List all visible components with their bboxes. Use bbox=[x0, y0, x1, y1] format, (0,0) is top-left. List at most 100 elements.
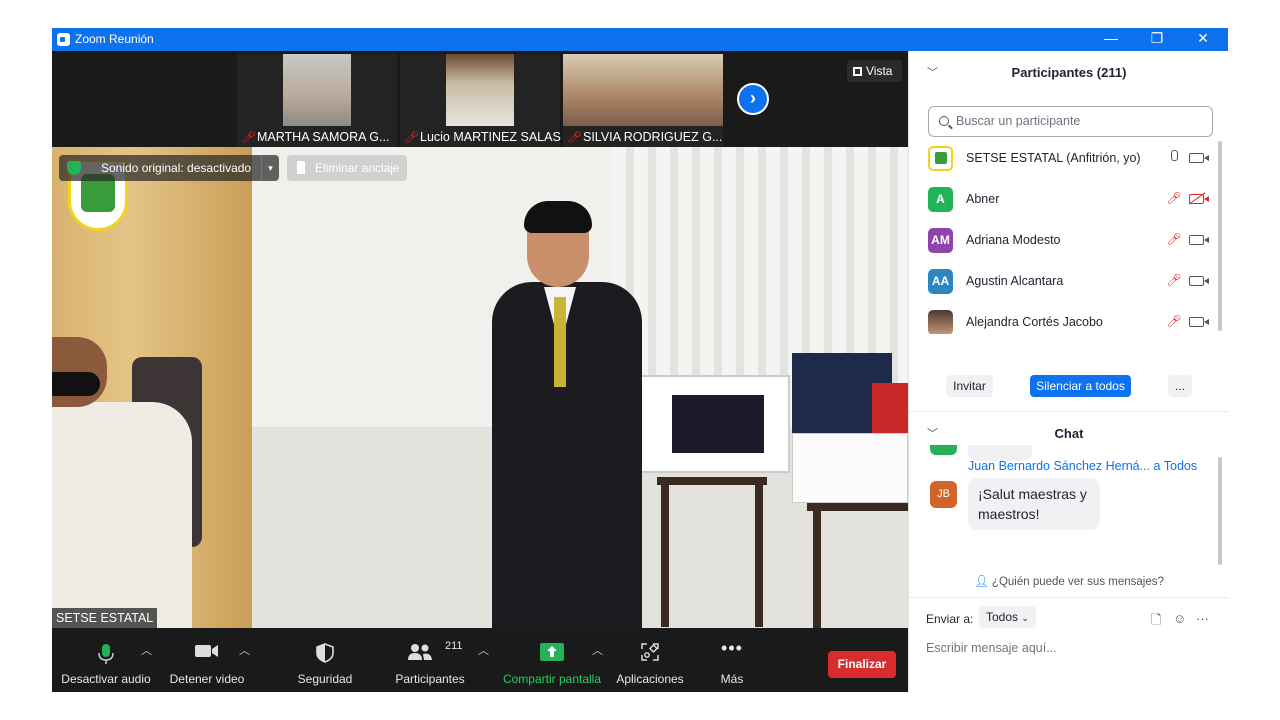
participants-button[interactable]: 211 Participantes bbox=[388, 628, 472, 692]
participant-search-input[interactable]: Buscar un participante bbox=[928, 106, 1213, 137]
muted-mic-icon[interactable]: 🎤︎ bbox=[1166, 232, 1182, 248]
audio-options-caret[interactable]: ︿ bbox=[141, 642, 152, 658]
speaker-person bbox=[462, 197, 662, 628]
tile-name: 🎤︎SILVIA RODRIGUEZ G... bbox=[567, 130, 723, 144]
person-lock-icon: 👤︎ bbox=[974, 576, 989, 588]
avatar bbox=[928, 146, 953, 171]
speaker-name-label: SETSE ESTATAL bbox=[52, 608, 158, 628]
original-sound-indicator[interactable]: Sonido original: desactivado ▾ bbox=[59, 155, 279, 181]
avatar: AA bbox=[928, 269, 953, 294]
video-camera-icon bbox=[195, 645, 218, 657]
end-meeting-button[interactable]: Finalizar bbox=[828, 651, 896, 678]
avatar: A bbox=[928, 187, 953, 212]
microphone-icon[interactable] bbox=[1166, 150, 1182, 166]
participants-scrollbar[interactable] bbox=[1218, 141, 1222, 331]
participant-row[interactable]: AA Agustin Alcantara 🎤︎ bbox=[909, 261, 1219, 302]
apps-button[interactable]: Aplicaciones bbox=[614, 628, 686, 692]
participant-row[interactable]: AM Adriana Modesto 🎤︎ bbox=[909, 220, 1219, 261]
send-to-label: Enviar a: bbox=[926, 612, 974, 626]
participant-row[interactable]: A Abner 🎤︎ bbox=[909, 179, 1219, 220]
muted-mic-icon: 🎤︎ bbox=[567, 130, 583, 144]
video-tile[interactable]: 🎤︎MARTHA SAMORA G... bbox=[237, 54, 397, 147]
side-panel: ﹀ Participantes (211) Buscar un particip… bbox=[908, 51, 1229, 692]
divider bbox=[909, 597, 1229, 598]
scene-tv-box bbox=[640, 375, 790, 473]
video-camera-icon[interactable] bbox=[1189, 235, 1209, 245]
video-tile[interactable]: 🎤︎SILVIA RODRIGUEZ G... bbox=[563, 54, 723, 147]
emoji-icon[interactable]: ☺ bbox=[1173, 611, 1186, 626]
meeting-toolbar: Desactivar audio ︿ Detener video ︿ Segur… bbox=[52, 628, 908, 692]
participant-video bbox=[563, 54, 723, 126]
participants-header: ﹀ Participantes (211) bbox=[909, 51, 1229, 95]
participant-video bbox=[283, 54, 351, 126]
who-can-see-link[interactable]: 👤︎ ¿Quién puede ver sus mensajes? bbox=[909, 574, 1229, 588]
video-tile[interactable]: 🎤︎Lucio MARTINEZ SALAS bbox=[400, 54, 561, 147]
muted-mic-icon: 🎤︎ bbox=[404, 130, 420, 144]
avatar bbox=[930, 445, 957, 455]
share-screen-icon bbox=[540, 643, 564, 661]
shield-icon bbox=[316, 643, 334, 663]
video-off-icon[interactable] bbox=[1189, 194, 1209, 204]
video-camera-icon[interactable] bbox=[1189, 153, 1209, 163]
chevron-right-icon: › bbox=[750, 88, 756, 108]
muted-mic-icon: 🎤︎ bbox=[241, 130, 257, 144]
video-options-caret[interactable]: ︿ bbox=[239, 642, 250, 658]
more-options-button[interactable]: ... bbox=[1168, 375, 1192, 397]
chat-sender: Juan Bernardo Sánchez Herná... a Todos bbox=[968, 459, 1198, 473]
participants-count: 211 bbox=[445, 640, 463, 652]
share-screen-button[interactable]: Compartir pantalla bbox=[498, 628, 606, 692]
chevron-down-icon[interactable]: ﹀ bbox=[927, 51, 938, 95]
microphone-icon bbox=[98, 644, 114, 664]
main-video: Sonido original: desactivado ▾ Eliminar … bbox=[52, 147, 908, 628]
scene-table bbox=[657, 477, 767, 627]
send-to-select[interactable]: Todos ⌄ bbox=[979, 606, 1036, 628]
restore-button[interactable]: ❐ bbox=[1134, 28, 1180, 51]
avatar: JB bbox=[930, 481, 957, 508]
share-options-caret[interactable]: ︿ bbox=[592, 642, 603, 658]
avatar: AM bbox=[928, 228, 953, 253]
video-camera-icon[interactable] bbox=[1189, 317, 1209, 327]
muted-mic-icon[interactable]: 🎤︎ bbox=[1166, 191, 1182, 207]
chat-header: ﹀ Chat bbox=[909, 412, 1229, 456]
more-dots-icon[interactable]: ··· bbox=[1196, 611, 1209, 626]
chat-message-input[interactable]: Escribir mensaje aquí... bbox=[926, 641, 1057, 655]
participant-row[interactable]: SETSE ESTATAL (Anfitrión, yo) bbox=[909, 138, 1219, 179]
security-button[interactable]: Seguridad bbox=[288, 628, 362, 692]
file-icon[interactable]: 🗋 bbox=[1151, 611, 1161, 633]
chevron-down-icon[interactable]: ▾ bbox=[261, 155, 279, 181]
stop-video-button[interactable]: Detener video bbox=[162, 628, 252, 692]
participant-video bbox=[446, 54, 514, 126]
next-page-button[interactable]: › bbox=[737, 83, 769, 115]
view-button[interactable]: Vista bbox=[847, 60, 902, 82]
close-button[interactable]: ✕ bbox=[1180, 28, 1226, 51]
mute-button[interactable]: Desactivar audio bbox=[60, 628, 152, 692]
seated-person bbox=[52, 327, 202, 628]
title-bar: Zoom Reunión — ❐ ✕ bbox=[52, 28, 1228, 51]
zoom-logo-icon bbox=[57, 33, 70, 46]
unpin-button[interactable]: Eliminar anclaje bbox=[287, 155, 407, 181]
minimize-button[interactable]: — bbox=[1088, 28, 1134, 51]
window-title: Zoom Reunión bbox=[75, 32, 154, 46]
avatar bbox=[928, 310, 953, 334]
meeting-area: 🎤︎MARTHA SAMORA G... 🎤︎Lucio MARTINEZ SA… bbox=[52, 51, 908, 692]
zoom-window: Zoom Reunión — ❐ ✕ 🎤︎MARTHA SAMORA G... … bbox=[52, 28, 1229, 692]
shield-check-icon bbox=[67, 161, 81, 175]
mute-all-button[interactable]: Silenciar a todos bbox=[1030, 375, 1131, 397]
participants-options-caret[interactable]: ︿ bbox=[478, 642, 489, 658]
invite-button[interactable]: Invitar bbox=[946, 375, 993, 397]
people-icon bbox=[408, 644, 432, 660]
apps-icon bbox=[641, 643, 659, 661]
scene-cinsa-box bbox=[792, 433, 908, 503]
tile-name: 🎤︎Lucio MARTINEZ SALAS bbox=[404, 130, 561, 144]
participant-row[interactable]: Alejandra Cortés Jacobo 🎤︎ bbox=[909, 302, 1219, 334]
muted-mic-icon[interactable]: 🎤︎ bbox=[1166, 273, 1182, 289]
chat-scrollbar[interactable] bbox=[1218, 457, 1222, 565]
more-button[interactable]: ••• Más bbox=[708, 628, 756, 692]
pin-icon bbox=[297, 161, 305, 174]
more-dots-icon: ••• bbox=[721, 638, 743, 658]
video-camera-icon[interactable] bbox=[1189, 276, 1209, 286]
tile-name: 🎤︎MARTHA SAMORA G... bbox=[241, 130, 390, 144]
gallery-strip: 🎤︎MARTHA SAMORA G... 🎤︎Lucio MARTINEZ SA… bbox=[52, 51, 908, 147]
search-icon bbox=[939, 116, 949, 126]
muted-mic-icon[interactable]: 🎤︎ bbox=[1166, 314, 1182, 330]
